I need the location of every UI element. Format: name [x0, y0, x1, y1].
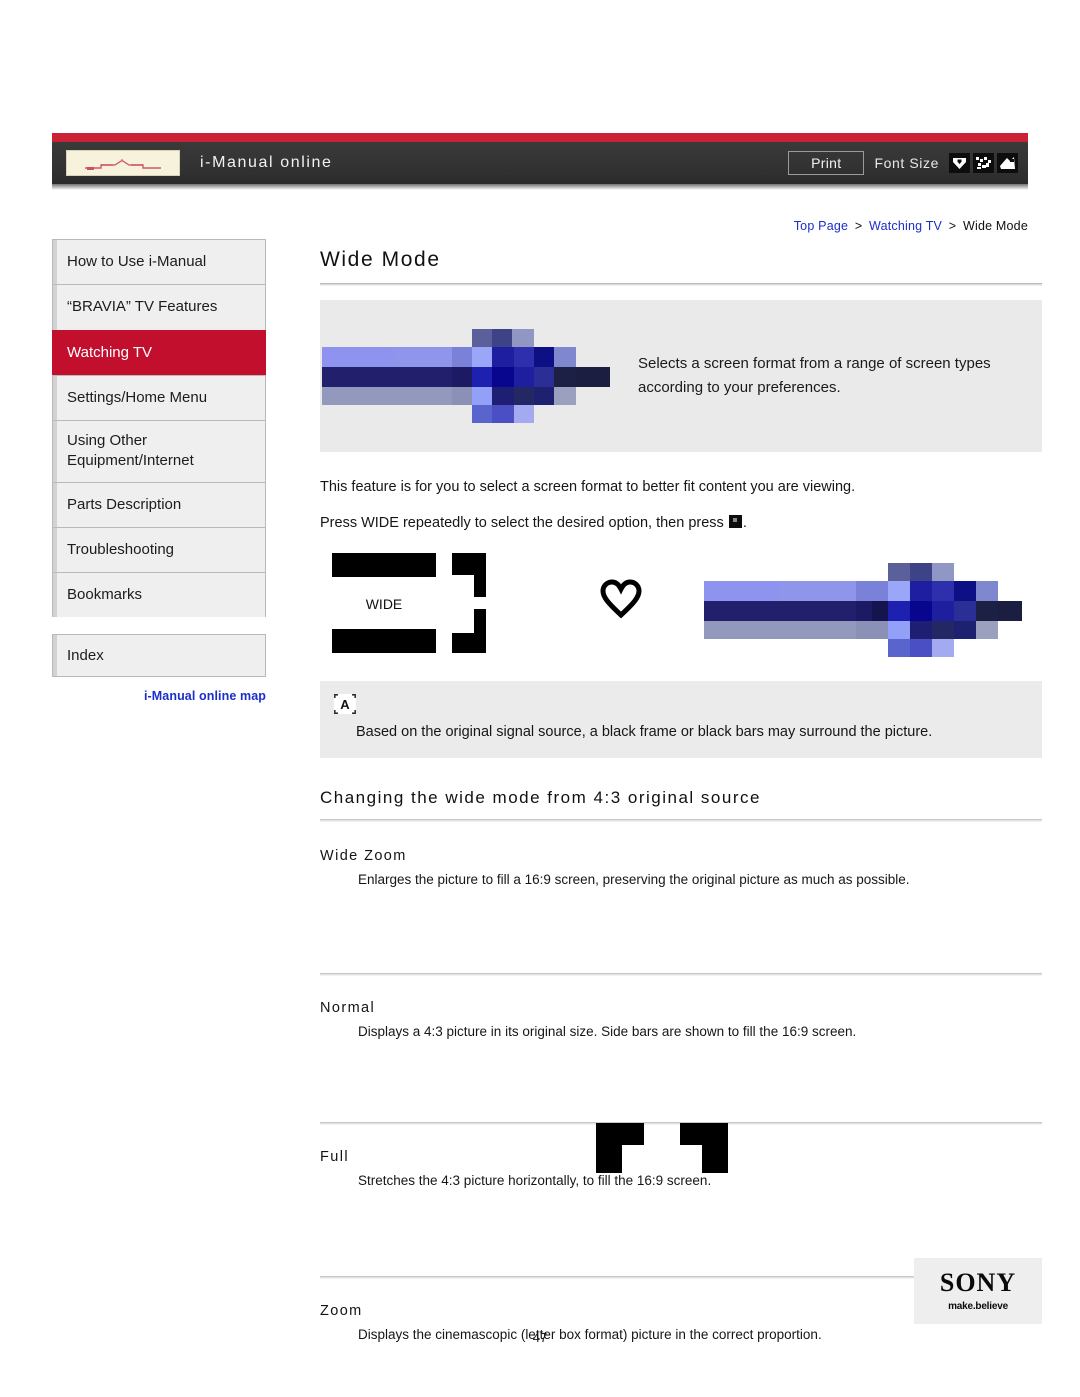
wide-button-text: WIDE [366, 596, 403, 612]
wide-remote-button-icon: WIDE [332, 551, 504, 655]
section-heading: Changing the wide mode from 4:3 original… [320, 787, 761, 807]
sony-wordmark: SONY [939, 1268, 1017, 1297]
page-header: i-Manual online Print Font Size [52, 133, 1028, 190]
page-title: Wide Mode [320, 248, 441, 271]
font-size-medium-icon[interactable] [973, 153, 994, 173]
sony-tagline: make.believe [948, 1301, 1008, 1312]
imanual-online-map-link[interactable]: i-Manual online map [52, 689, 266, 703]
section-divider [320, 818, 1042, 822]
page-number: 47 [532, 1330, 548, 1345]
note-a-icon: A [334, 693, 356, 714]
sidebar-item-bravia-features[interactable]: “BRAVIA” TV Features [52, 284, 266, 330]
breadcrumb-item-top-page[interactable]: Top Page [794, 219, 848, 233]
sidebar: How to Use i-Manual “BRAVIA” TV Features… [52, 239, 266, 703]
enter-key-icon [728, 515, 742, 529]
hero-mosaic-icon [320, 329, 638, 423]
header-red-accent-bar [52, 133, 1028, 142]
intro-paragraph: This feature is for you to select a scre… [320, 479, 856, 495]
sidebar-item-bookmarks[interactable]: Bookmarks [52, 572, 266, 618]
sidebar-item-troubleshooting[interactable]: Troubleshooting [52, 526, 266, 572]
subsection-divider [320, 972, 1042, 976]
instruction-text-after: . [742, 515, 747, 532]
print-button[interactable]: Print [788, 151, 865, 175]
sidebar-item-watching-tv[interactable]: Watching TV [52, 329, 266, 375]
breadcrumb-item-current: Wide Mode [962, 219, 1028, 233]
main-content: Wide Mode Selects a screen format from a… [320, 248, 1042, 1345]
breadcrumb-separator: > [948, 219, 957, 233]
sidebar-item-settings-home-menu[interactable]: Settings/Home Menu [52, 374, 266, 420]
instruction-text-before: Press WIDE repeatedly to select the desi… [320, 515, 724, 532]
font-size-label: Font Size [874, 155, 939, 171]
note-text: Based on the original signal source, a b… [356, 723, 933, 740]
font-size-small-icon[interactable] [949, 153, 970, 173]
hero-panel: Selects a screen format from a range of … [320, 300, 1042, 452]
sidebar-item-index[interactable]: Index [52, 634, 266, 678]
sidebar-item-parts-description[interactable]: Parts Description [52, 481, 266, 527]
screen-corner-marks-icon [596, 1123, 728, 1180]
subsection-wide-zoom: Wide Zoom Enlarges the picture to fill a… [320, 848, 1042, 891]
header-actions: Print Font Size [788, 142, 1018, 184]
breadcrumb-item-watching-tv[interactable]: Watching TV [869, 219, 942, 233]
breadcrumb: Top Page > Watching TV > Wide Mode [794, 219, 1028, 233]
sidebar-item-using-other-equipment[interactable]: Using Other Equipment/Internet [52, 420, 266, 482]
breadcrumb-separator: > [854, 219, 863, 233]
header-shadow [52, 184, 1028, 190]
subsection-normal: Normal Displays a 4:3 picture in its ori… [320, 1000, 1042, 1043]
header-bar: i-Manual online Print Font Size [52, 142, 1028, 184]
header-title: i-Manual online [200, 154, 333, 171]
instruction-paragraph: Press WIDE repeatedly to select the desi… [320, 512, 1042, 534]
sony-logo: SONY make.believe [914, 1258, 1042, 1324]
hero-description: Selects a screen format from a range of … [638, 354, 991, 396]
title-divider [320, 283, 1042, 286]
font-size-controls [949, 153, 1018, 173]
subsection-description: Enlarges the picture to fill a 16:9 scre… [358, 871, 910, 887]
font-size-large-icon[interactable] [997, 153, 1018, 173]
illustration-row: WIDE [320, 551, 1042, 659]
wide-mode-mosaic-icon [702, 562, 1024, 662]
svg-text:A: A [340, 697, 350, 712]
subsection-description: Displays a 4:3 picture in its original s… [358, 1023, 857, 1039]
heart-outline-icon [600, 579, 642, 626]
sidebar-item-how-to-use[interactable]: How to Use i-Manual [52, 239, 266, 285]
subsection-title: Normal [320, 999, 376, 1016]
note-box: A Based on the original signal source, a… [320, 680, 1042, 758]
subsection-title: Wide Zoom [320, 847, 407, 864]
imanual-logo-icon [66, 150, 180, 176]
